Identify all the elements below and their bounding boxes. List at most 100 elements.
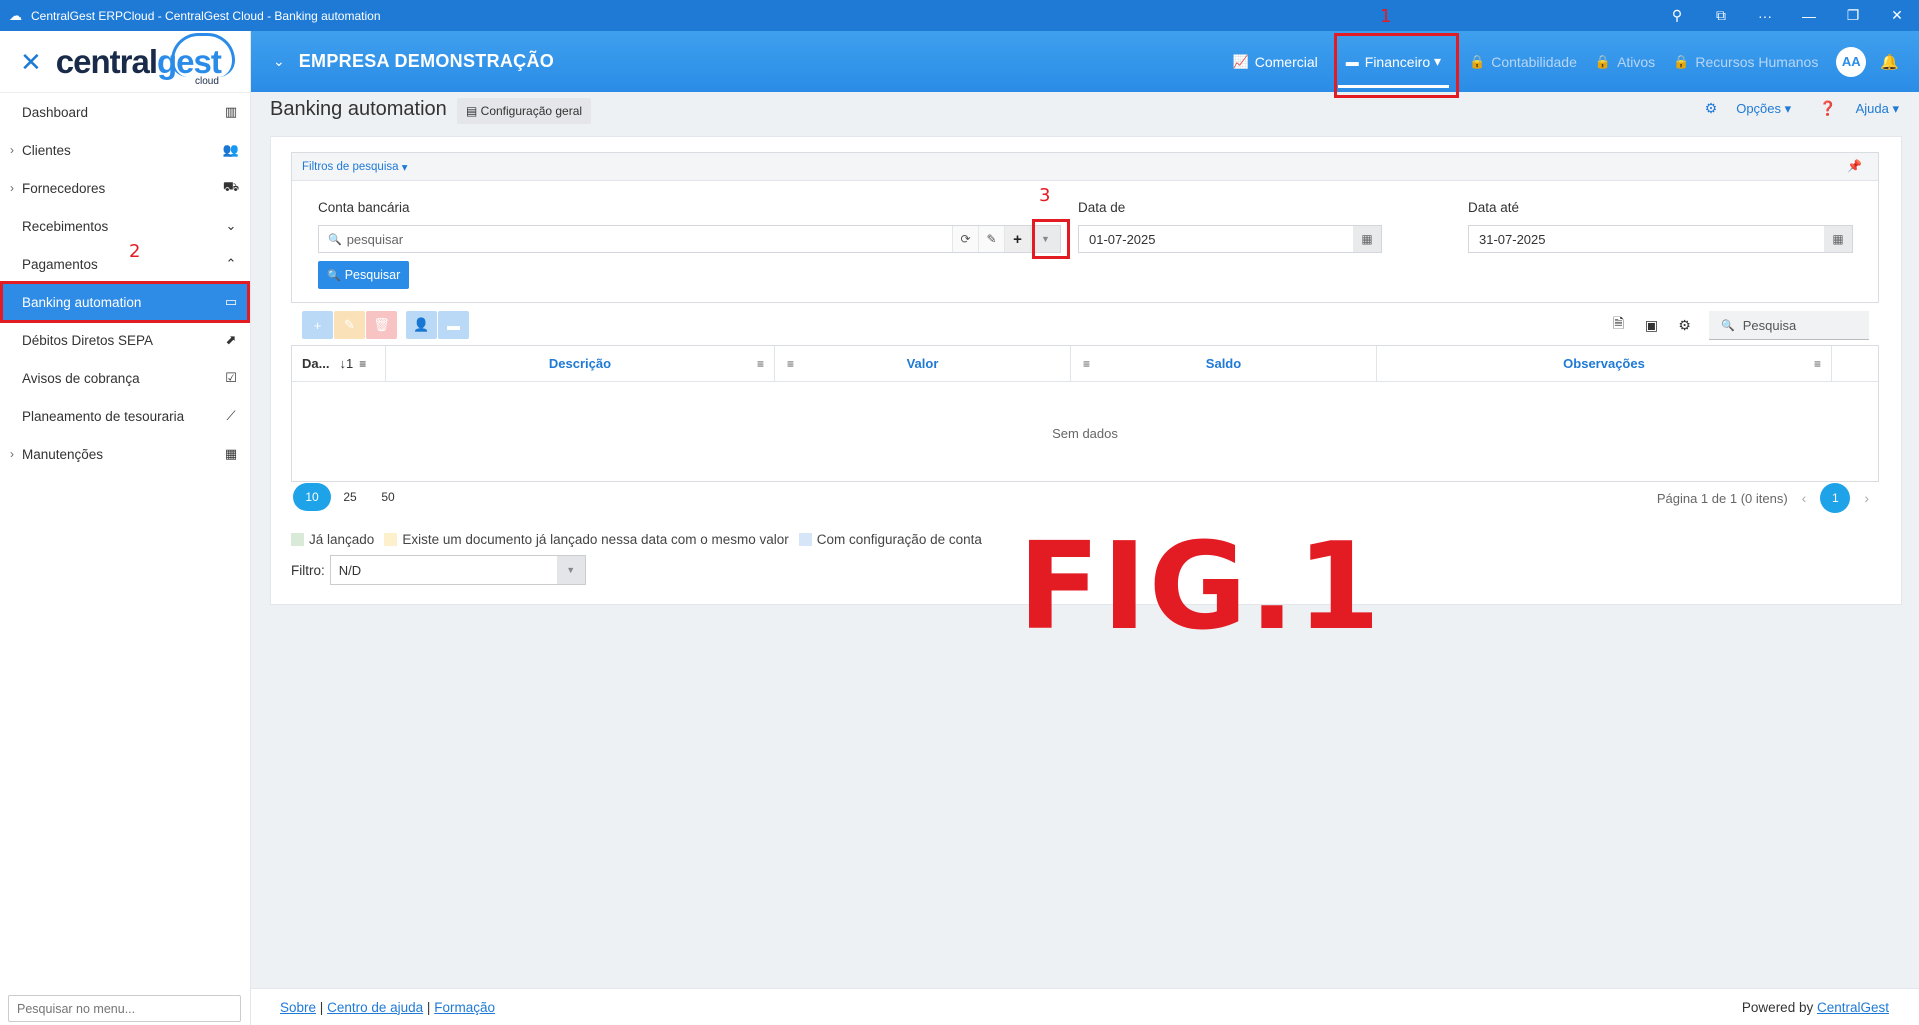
options-dropdown[interactable]: ⚙ Opções ▾ xyxy=(1691,100,1792,117)
cast-icon[interactable]: ⧉ xyxy=(1699,0,1743,31)
data-de-input[interactable]: 01-07-2025 xyxy=(1079,226,1353,252)
page-size-50[interactable]: 50 xyxy=(369,483,407,511)
data-ate-input[interactable]: 31-07-2025 xyxy=(1469,226,1824,252)
key-icon[interactable]: ⚲ xyxy=(1655,0,1699,31)
menu-search-input[interactable] xyxy=(8,995,241,1022)
legend-swatch xyxy=(384,533,398,546)
restore-button[interactable]: ❐ xyxy=(1831,0,1875,31)
settings-icon[interactable]: ⚙ xyxy=(1668,311,1701,339)
grid-header: Da... ↓1 ≡ Descrição ≡ ≡ Valor ≡ Saldo O… xyxy=(292,346,1878,382)
page-button-1[interactable]: 1 xyxy=(1820,483,1851,513)
page-title: Banking automation xyxy=(270,98,447,120)
column-header-valor[interactable]: ≡ Valor xyxy=(775,346,1071,381)
lock-icon: 🔒 xyxy=(1469,53,1486,69)
calendar-icon[interactable]: ▦ xyxy=(1824,226,1852,252)
table-icon: ▦ xyxy=(224,446,238,461)
window-controls: ⚲ ⧉ ··· — ❐ ✕ xyxy=(1655,0,1919,31)
minimize-button[interactable]: — xyxy=(1787,0,1831,31)
column-header-descricao[interactable]: Descrição ≡ xyxy=(386,346,775,381)
pesquisar-button[interactable]: 🔍 Pesquisar xyxy=(318,261,410,289)
help-dropdown[interactable]: ❓ Ajuda ▾ xyxy=(1805,100,1899,117)
external-square-icon: ⬈ xyxy=(225,332,237,347)
close-button[interactable]: ✕ xyxy=(1875,0,1919,31)
filter-icon[interactable]: ≡ xyxy=(1814,357,1821,371)
sidebar-item-planeamento-de-tesouraria[interactable]: Planeamento de tesouraria ⟋ xyxy=(0,397,250,435)
filters-header[interactable]: Filtros de pesquisa ▾ 📌 xyxy=(292,153,1878,181)
credit-card-icon: ▬ xyxy=(1345,54,1359,69)
chevron-down-icon: ▼ xyxy=(556,556,585,584)
general-config-button[interactable]: ▤ Configuração geral xyxy=(457,98,592,124)
module-financeiro[interactable]: ▬ Financeiro ▾ xyxy=(1333,33,1460,98)
module-recursos-humanos[interactable]: 🔒 Recursos Humanos xyxy=(1673,54,1818,70)
top-navbar: ⌄ EMPRESA DEMONSTRAÇÃO 📈 Comercial ▬ Finan… xyxy=(251,31,1919,98)
calendar-check-icon: ☑ xyxy=(225,370,237,385)
close-menu-icon[interactable]: ✕ xyxy=(20,49,42,75)
users-icon: 👥 xyxy=(222,142,240,157)
sidebar-item-clientes[interactable]: › Clientes 👥 xyxy=(0,131,250,169)
company-name[interactable]: EMPRESA DEMONSTRAÇÃO xyxy=(299,51,554,72)
sidebar-item-avisos-de-cobranca[interactable]: Avisos de cobrança ☑ xyxy=(0,359,250,397)
card-action-button[interactable]: ▬ xyxy=(438,311,469,339)
column-header-saldo[interactable]: ≡ Saldo xyxy=(1071,346,1377,381)
filter-icon[interactable]: ≡ xyxy=(757,357,764,371)
filtro-label: Filtro: xyxy=(291,562,325,578)
grid-tools: 🗎 ▣ ⚙ xyxy=(1602,311,1701,339)
filtro-select[interactable]: N/D ▼ xyxy=(329,555,586,585)
sort-desc-icon[interactable]: ↓1 xyxy=(339,356,353,371)
filter-icon[interactable]: ≡ xyxy=(787,357,794,371)
formacao-link[interactable]: Formação xyxy=(434,1000,495,1015)
cloud-shape xyxy=(170,32,235,77)
search-icon: 🔍 xyxy=(328,233,342,246)
module-ativos[interactable]: 🔒 Ativos xyxy=(1595,54,1655,70)
data-ate-field: 31-07-2025 ▦ xyxy=(1468,225,1853,253)
refresh-icon[interactable]: ⟳ xyxy=(952,226,978,252)
sobre-link[interactable]: Sobre xyxy=(280,1000,316,1015)
column-header-actions xyxy=(1832,346,1878,381)
chart-line-icon: 📈 xyxy=(1232,53,1249,69)
chevron-down-icon[interactable]: ⌄ xyxy=(273,53,285,70)
legend-item: Já lançado xyxy=(291,532,374,547)
module-comercial[interactable]: 📈 Comercial xyxy=(1233,54,1318,70)
centralgest-link[interactable]: CentralGest xyxy=(1817,1000,1889,1015)
sidebar-item-pagamentos[interactable]: Pagamentos ⌃ xyxy=(0,245,250,283)
filter-icon[interactable]: ≡ xyxy=(359,357,366,371)
add-icon[interactable]: + xyxy=(1004,226,1030,252)
sidebar-item-manutencoes[interactable]: › Manutenções ▦ xyxy=(0,435,250,473)
column-chooser-icon[interactable]: ▣ xyxy=(1635,311,1668,339)
sidebar-item-fornecedores[interactable]: › Fornecedores ⛟ xyxy=(0,169,250,207)
calendar-icon[interactable]: ▦ xyxy=(1353,226,1381,252)
page-size-25[interactable]: 25 xyxy=(331,483,369,511)
delete-row-button[interactable]: 🗑 xyxy=(366,311,397,339)
bell-icon[interactable]: 🔔 xyxy=(1880,53,1899,71)
filter-icon[interactable]: ≡ xyxy=(1083,357,1090,371)
column-header-observacoes[interactable]: Observações ≡ xyxy=(1377,346,1832,381)
avatar[interactable]: AA xyxy=(1836,46,1867,77)
conta-bancaria-field: 🔍 pesquisar ⟳ ✎ + ▼ xyxy=(318,225,1061,253)
data-de-label: Data de xyxy=(1078,200,1126,215)
sidebar-item-debitos-diretos-sepa[interactable]: Débitos Diretos SEPA ⬈ xyxy=(0,321,250,359)
assign-user-button[interactable]: 👤 xyxy=(406,311,437,339)
column-header-data[interactable]: Da... ↓1 ≡ xyxy=(292,346,386,381)
add-row-button[interactable]: + xyxy=(302,311,333,339)
sidebar-item-recebimentos[interactable]: Recebimentos ⌄ xyxy=(0,207,250,245)
legend-swatch xyxy=(291,533,304,546)
conta-bancaria-input[interactable]: 🔍 pesquisar xyxy=(319,226,952,252)
pin-icon[interactable]: 📌 xyxy=(1847,159,1862,173)
more-icon[interactable]: ··· xyxy=(1743,0,1787,31)
data-grid: Da... ↓1 ≡ Descrição ≡ ≡ Valor ≡ Saldo O… xyxy=(291,345,1879,482)
module-contabilidade[interactable]: 🔒 Contabilidade xyxy=(1469,54,1577,70)
prev-page-icon[interactable]: ‹ xyxy=(1802,490,1807,506)
export-pdf-icon[interactable]: 🗎 xyxy=(1602,311,1635,339)
edit-icon[interactable]: ✎ xyxy=(978,226,1004,252)
filtro-row: Filtro: N/D ▼ xyxy=(291,555,586,585)
config-icon: ▤ xyxy=(466,104,481,118)
centro-de-ajuda-link[interactable]: Centro de ajuda xyxy=(327,1000,423,1015)
next-page-icon[interactable]: › xyxy=(1864,490,1869,506)
edit-row-button[interactable]: ✎ xyxy=(334,311,365,339)
grid-search-input[interactable]: 🔍 Pesquisa xyxy=(1709,311,1869,340)
sidebar-item-banking-automation[interactable]: Banking automation ▭ xyxy=(0,281,250,323)
page-size-10[interactable]: 10 xyxy=(293,483,331,511)
sidebar-item-dashboard[interactable]: Dashboard ▥ xyxy=(0,93,250,131)
footer-links: Sobre | Centro de ajuda | Formação xyxy=(280,999,495,1015)
annotation-box-3 xyxy=(1032,219,1070,259)
